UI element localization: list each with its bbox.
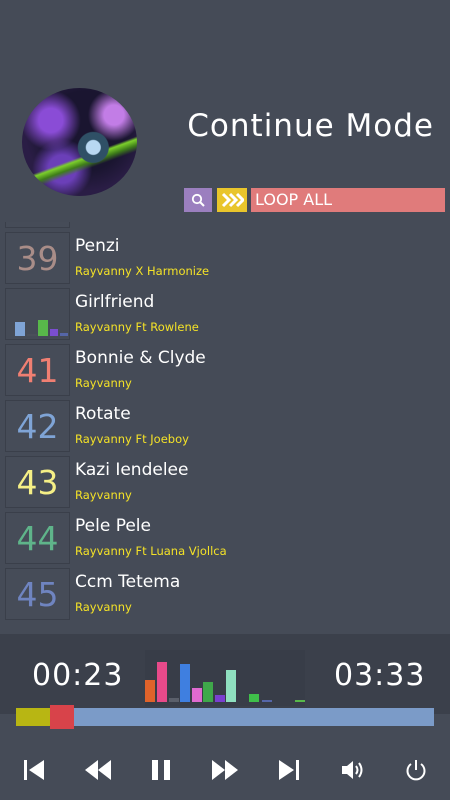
next-track-button[interactable] bbox=[273, 754, 305, 786]
viz-bar bbox=[215, 695, 225, 702]
skip-previous-icon bbox=[24, 760, 44, 780]
song-artist: Rayvanny X Harmonize bbox=[75, 264, 210, 278]
eq-bar bbox=[27, 334, 37, 336]
audio-visualizer bbox=[145, 650, 305, 706]
list-item[interactable]: 39 Penzi Rayvanny X Harmonize bbox=[0, 230, 450, 286]
power-button[interactable] bbox=[400, 754, 432, 786]
song-title: Kazi Iendelee bbox=[75, 460, 189, 480]
rewind-icon bbox=[85, 760, 111, 780]
song-artist: Rayvanny Ft Joeboy bbox=[75, 432, 189, 446]
elapsed-time: 00:23 bbox=[32, 658, 124, 693]
power-icon bbox=[406, 760, 426, 781]
song-title: Ccm Tetema bbox=[75, 572, 181, 592]
seek-bar[interactable] bbox=[16, 705, 434, 729]
list-item[interactable]: 41 Bonnie & Clyde Rayvanny bbox=[0, 342, 450, 398]
viz-bar bbox=[169, 698, 179, 702]
list-item-playing[interactable]: Girlfriend Rayvanny Ft Rowlene bbox=[0, 286, 450, 342]
song-number: 43 bbox=[5, 456, 70, 508]
song-number: 42 bbox=[5, 400, 70, 452]
album-art bbox=[22, 88, 137, 196]
player-display: 00:23 03:33 bbox=[0, 634, 450, 714]
seek-bar-thumb[interactable] bbox=[50, 705, 74, 729]
double-chevron-right-icon bbox=[221, 192, 244, 208]
search-button[interactable] bbox=[184, 188, 212, 212]
volume-button[interactable] bbox=[337, 754, 369, 786]
song-artist: Rayvanny bbox=[75, 600, 132, 614]
volume-icon bbox=[342, 761, 363, 779]
pause-icon bbox=[152, 760, 170, 780]
song-artist: Rayvanny Ft Luana Vjollca bbox=[75, 544, 227, 558]
song-artist: Rayvanny bbox=[75, 488, 132, 502]
fast-forward-icon bbox=[212, 760, 238, 780]
list-item[interactable]: 42 Rotate Rayvanny Ft Joeboy bbox=[0, 398, 450, 454]
song-number: 41 bbox=[5, 344, 70, 396]
song-number: 39 bbox=[5, 232, 70, 284]
eq-bar bbox=[50, 329, 58, 336]
list-item[interactable]: 44 Pele Pele Rayvanny Ft Luana Vjollca bbox=[0, 510, 450, 566]
pause-button[interactable] bbox=[145, 754, 177, 786]
viz-bar bbox=[249, 694, 259, 702]
viz-bar bbox=[192, 688, 202, 702]
song-number: 44 bbox=[5, 512, 70, 564]
viz-bar bbox=[203, 682, 213, 702]
song-artist: Rayvanny bbox=[75, 376, 132, 390]
eq-bar bbox=[38, 320, 48, 336]
loop-mode-label[interactable]: LOOP ALL bbox=[251, 188, 445, 212]
song-number: 45 bbox=[5, 568, 70, 620]
song-list[interactable]: 39 Penzi Rayvanny X Harmonize Girlfriend… bbox=[0, 222, 450, 624]
fast-forward-button[interactable] bbox=[209, 754, 241, 786]
search-icon bbox=[191, 193, 205, 207]
list-item[interactable]: 45 Ccm Tetema Rayvanny bbox=[0, 566, 450, 622]
rewind-button[interactable] bbox=[82, 754, 114, 786]
song-title: Bonnie & Clyde bbox=[75, 348, 206, 368]
viz-bar bbox=[157, 662, 167, 702]
song-artist: Rayvanny Ft Rowlene bbox=[75, 320, 199, 334]
song-title: Girlfriend bbox=[75, 292, 155, 312]
song-number bbox=[5, 222, 70, 228]
viz-bar bbox=[226, 670, 236, 702]
viz-bar bbox=[295, 700, 305, 702]
list-item[interactable] bbox=[0, 222, 450, 230]
viz-bar bbox=[145, 680, 155, 702]
eq-bar bbox=[15, 322, 25, 336]
now-playing-equalizer-icon bbox=[5, 288, 70, 340]
viz-bar bbox=[180, 664, 190, 702]
viz-bar bbox=[262, 700, 272, 702]
eq-bar bbox=[60, 333, 68, 336]
song-title: Rotate bbox=[75, 404, 131, 424]
skip-next-icon bbox=[279, 760, 299, 780]
loop-mode-button[interactable] bbox=[217, 188, 247, 212]
previous-track-button[interactable] bbox=[18, 754, 50, 786]
list-item[interactable]: 43 Kazi Iendelee Rayvanny bbox=[0, 454, 450, 510]
mode-title: Continue Mode bbox=[187, 108, 434, 144]
song-title: Pele Pele bbox=[75, 516, 151, 536]
total-duration: 03:33 bbox=[334, 658, 426, 693]
song-title: Penzi bbox=[75, 236, 120, 256]
playback-controls bbox=[0, 750, 450, 790]
